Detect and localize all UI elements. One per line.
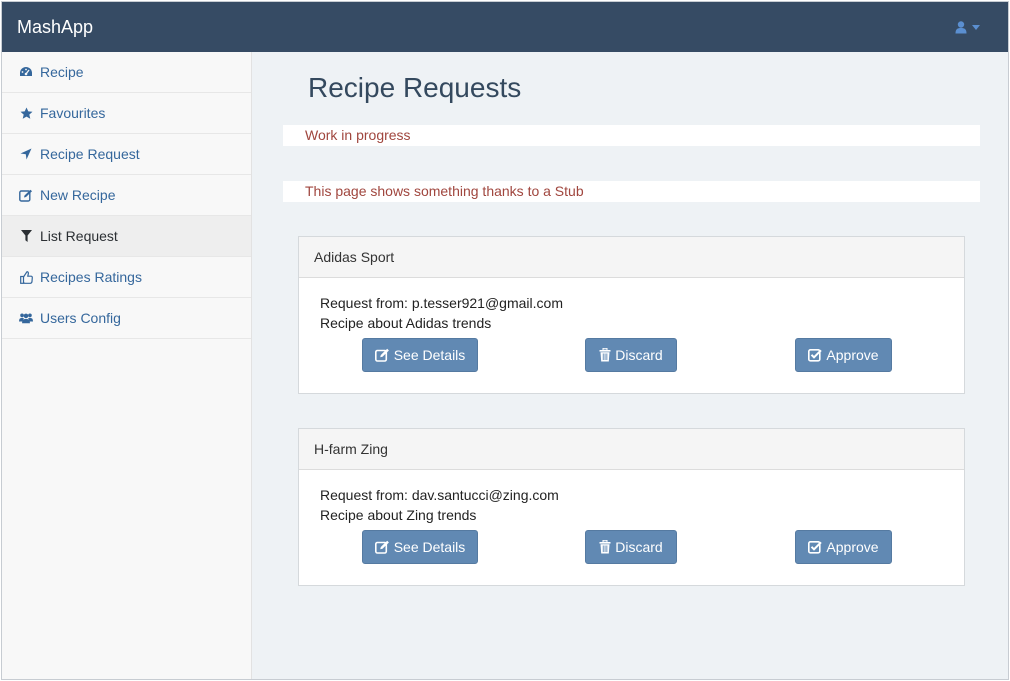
edit-icon [19,188,33,202]
button-label: See Details [393,347,466,363]
edit-icon [374,348,390,362]
page-title: Recipe Requests [308,72,522,103]
trash-icon [599,348,611,362]
check-square-icon [808,348,823,362]
request-panel: Adidas Sport Request from: p.tesser921@g… [298,236,965,394]
see-details-button[interactable]: See Details [362,530,478,564]
recipe-about-text: Recipe about Zing trends [320,507,477,523]
sidebar-item-label: List Request [40,228,118,244]
work-in-progress-notice: Work in progress [283,125,980,146]
users-icon [19,311,33,325]
button-label: Discard [615,347,663,363]
user-icon [955,20,967,34]
sidebar-item-new-recipe[interactable]: New Recipe [2,175,251,216]
main-content: Recipe Requests Work in progress This pa… [252,52,1008,679]
sidebar-item-recipe[interactable]: Recipe [2,52,251,93]
sidebar-item-favourites[interactable]: Favourites [2,93,251,134]
discard-button[interactable]: Discard [585,530,677,564]
user-menu-toggle[interactable] [955,2,980,52]
star-icon [19,106,33,120]
check-square-icon [808,540,823,554]
stub-notice: This page shows something thanks to a St… [283,181,980,202]
sidebar-item-label: Favourites [40,105,106,121]
sidebar: Recipe Favourites Recipe Request New Rec… [2,52,252,679]
panel-body: Request from: p.tesser921@gmail.com Reci… [299,278,964,393]
request-panel: H-farm Zing Request from: dav.santucci@z… [298,428,965,586]
panel-heading: H-farm Zing [299,429,964,470]
sidebar-item-recipe-request[interactable]: Recipe Request [2,134,251,175]
button-label: See Details [393,539,466,555]
approve-button[interactable]: Approve [795,530,892,564]
panel-body: Request from: dav.santucci@zing.com Reci… [299,470,964,585]
sidebar-item-label: Recipes Ratings [40,269,142,285]
filter-icon [19,229,33,243]
location-arrow-icon [19,147,33,161]
sidebar-item-label: Users Config [40,310,121,326]
discard-button[interactable]: Discard [585,338,677,372]
button-label: Approve [826,347,879,363]
trash-icon [599,540,611,554]
edit-icon [374,540,390,554]
request-from-text: Request from: dav.santucci@zing.com [320,487,559,503]
sidebar-item-list-request[interactable]: List Request [2,216,251,257]
brand-logo-text[interactable]: MashApp [17,2,93,52]
sidebar-item-label: Recipe [40,64,84,80]
sidebar-item-label: New Recipe [40,187,116,203]
app-window: MashApp Recipe Favourites Recipe Request… [1,1,1009,680]
request-from-text: Request from: p.tesser921@gmail.com [320,295,563,311]
caret-down-icon [972,24,980,30]
sidebar-item-label: Recipe Request [40,146,140,162]
dashboard-icon [19,65,33,79]
sidebar-item-recipes-ratings[interactable]: Recipes Ratings [2,257,251,298]
approve-button[interactable]: Approve [795,338,892,372]
button-label: Discard [615,539,663,555]
panel-heading: Adidas Sport [299,237,964,278]
thumbs-up-icon [19,270,33,284]
top-navbar: MashApp [2,2,1008,52]
see-details-button[interactable]: See Details [362,338,478,372]
recipe-about-text: Recipe about Adidas trends [320,315,492,331]
button-label: Approve [826,539,879,555]
sidebar-item-users-config[interactable]: Users Config [2,298,251,339]
